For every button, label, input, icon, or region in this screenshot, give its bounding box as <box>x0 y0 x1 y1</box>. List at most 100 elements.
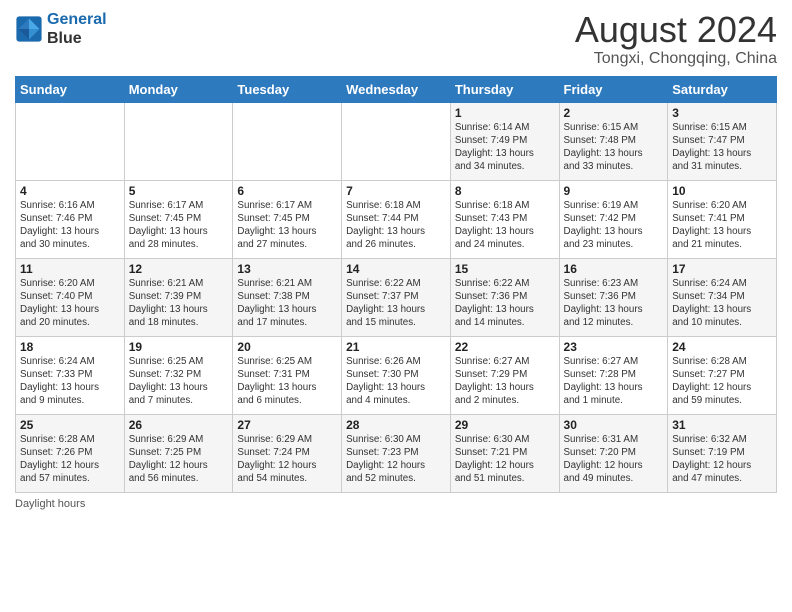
day-info: Sunrise: 6:17 AM Sunset: 7:45 PM Dayligh… <box>129 199 229 252</box>
day-info: Sunrise: 6:18 AM Sunset: 7:44 PM Dayligh… <box>346 199 446 252</box>
weekday-header: Saturday <box>668 76 777 102</box>
day-info: Sunrise: 6:17 AM Sunset: 7:45 PM Dayligh… <box>237 199 337 252</box>
day-number: 24 <box>672 340 772 354</box>
page: General Blue August 2024 Tongxi, Chongqi… <box>0 0 792 612</box>
day-number: 6 <box>237 184 337 198</box>
calendar-cell: 13Sunrise: 6:21 AM Sunset: 7:38 PM Dayli… <box>233 258 342 336</box>
day-info: Sunrise: 6:25 AM Sunset: 7:31 PM Dayligh… <box>237 355 337 408</box>
day-number: 30 <box>564 418 664 432</box>
day-info: Sunrise: 6:32 AM Sunset: 7:19 PM Dayligh… <box>672 433 772 486</box>
day-info: Sunrise: 6:21 AM Sunset: 7:38 PM Dayligh… <box>237 277 337 330</box>
calendar-cell: 29Sunrise: 6:30 AM Sunset: 7:21 PM Dayli… <box>450 414 559 492</box>
calendar-cell: 4Sunrise: 6:16 AM Sunset: 7:46 PM Daylig… <box>16 180 125 258</box>
calendar-cell: 8Sunrise: 6:18 AM Sunset: 7:43 PM Daylig… <box>450 180 559 258</box>
calendar-cell: 28Sunrise: 6:30 AM Sunset: 7:23 PM Dayli… <box>342 414 451 492</box>
day-number: 22 <box>455 340 555 354</box>
day-info: Sunrise: 6:14 AM Sunset: 7:49 PM Dayligh… <box>455 121 555 174</box>
calendar-cell: 24Sunrise: 6:28 AM Sunset: 7:27 PM Dayli… <box>668 336 777 414</box>
main-title: August 2024 <box>575 10 777 50</box>
day-number: 20 <box>237 340 337 354</box>
logo: General Blue <box>15 10 107 48</box>
logo-text: General Blue <box>47 10 107 48</box>
calendar-cell: 22Sunrise: 6:27 AM Sunset: 7:29 PM Dayli… <box>450 336 559 414</box>
calendar-cell <box>124 102 233 180</box>
day-info: Sunrise: 6:15 AM Sunset: 7:48 PM Dayligh… <box>564 121 664 174</box>
weekday-header: Friday <box>559 76 668 102</box>
day-number: 29 <box>455 418 555 432</box>
calendar-week-row: 18Sunrise: 6:24 AM Sunset: 7:33 PM Dayli… <box>16 336 777 414</box>
subtitle: Tongxi, Chongqing, China <box>575 50 777 68</box>
calendar-cell: 17Sunrise: 6:24 AM Sunset: 7:34 PM Dayli… <box>668 258 777 336</box>
day-info: Sunrise: 6:15 AM Sunset: 7:47 PM Dayligh… <box>672 121 772 174</box>
day-number: 3 <box>672 106 772 120</box>
calendar-cell: 11Sunrise: 6:20 AM Sunset: 7:40 PM Dayli… <box>16 258 125 336</box>
day-number: 16 <box>564 262 664 276</box>
calendar-cell: 6Sunrise: 6:17 AM Sunset: 7:45 PM Daylig… <box>233 180 342 258</box>
day-info: Sunrise: 6:25 AM Sunset: 7:32 PM Dayligh… <box>129 355 229 408</box>
day-info: Sunrise: 6:20 AM Sunset: 7:41 PM Dayligh… <box>672 199 772 252</box>
calendar-week-row: 11Sunrise: 6:20 AM Sunset: 7:40 PM Dayli… <box>16 258 777 336</box>
day-info: Sunrise: 6:27 AM Sunset: 7:29 PM Dayligh… <box>455 355 555 408</box>
day-info: Sunrise: 6:27 AM Sunset: 7:28 PM Dayligh… <box>564 355 664 408</box>
day-number: 21 <box>346 340 446 354</box>
day-number: 11 <box>20 262 120 276</box>
day-number: 26 <box>129 418 229 432</box>
weekday-header: Sunday <box>16 76 125 102</box>
calendar-cell: 7Sunrise: 6:18 AM Sunset: 7:44 PM Daylig… <box>342 180 451 258</box>
calendar-cell: 18Sunrise: 6:24 AM Sunset: 7:33 PM Dayli… <box>16 336 125 414</box>
calendar-week-row: 1Sunrise: 6:14 AM Sunset: 7:49 PM Daylig… <box>16 102 777 180</box>
calendar-table: SundayMondayTuesdayWednesdayThursdayFrid… <box>15 76 777 493</box>
day-number: 2 <box>564 106 664 120</box>
day-info: Sunrise: 6:29 AM Sunset: 7:25 PM Dayligh… <box>129 433 229 486</box>
day-info: Sunrise: 6:18 AM Sunset: 7:43 PM Dayligh… <box>455 199 555 252</box>
day-info: Sunrise: 6:29 AM Sunset: 7:24 PM Dayligh… <box>237 433 337 486</box>
day-number: 31 <box>672 418 772 432</box>
header: General Blue August 2024 Tongxi, Chongqi… <box>15 10 777 68</box>
day-number: 27 <box>237 418 337 432</box>
day-number: 28 <box>346 418 446 432</box>
calendar-cell: 3Sunrise: 6:15 AM Sunset: 7:47 PM Daylig… <box>668 102 777 180</box>
day-number: 23 <box>564 340 664 354</box>
logo-icon <box>15 15 43 43</box>
calendar-cell: 26Sunrise: 6:29 AM Sunset: 7:25 PM Dayli… <box>124 414 233 492</box>
calendar-cell: 9Sunrise: 6:19 AM Sunset: 7:42 PM Daylig… <box>559 180 668 258</box>
day-info: Sunrise: 6:31 AM Sunset: 7:20 PM Dayligh… <box>564 433 664 486</box>
day-number: 1 <box>455 106 555 120</box>
calendar-cell: 14Sunrise: 6:22 AM Sunset: 7:37 PM Dayli… <box>342 258 451 336</box>
calendar-cell: 31Sunrise: 6:32 AM Sunset: 7:19 PM Dayli… <box>668 414 777 492</box>
day-number: 19 <box>129 340 229 354</box>
title-block: August 2024 Tongxi, Chongqing, China <box>575 10 777 68</box>
day-info: Sunrise: 6:24 AM Sunset: 7:34 PM Dayligh… <box>672 277 772 330</box>
day-number: 7 <box>346 184 446 198</box>
day-number: 12 <box>129 262 229 276</box>
calendar-cell: 21Sunrise: 6:26 AM Sunset: 7:30 PM Dayli… <box>342 336 451 414</box>
calendar-cell: 5Sunrise: 6:17 AM Sunset: 7:45 PM Daylig… <box>124 180 233 258</box>
day-info: Sunrise: 6:26 AM Sunset: 7:30 PM Dayligh… <box>346 355 446 408</box>
weekday-header: Monday <box>124 76 233 102</box>
weekday-header: Thursday <box>450 76 559 102</box>
calendar-cell: 20Sunrise: 6:25 AM Sunset: 7:31 PM Dayli… <box>233 336 342 414</box>
day-info: Sunrise: 6:23 AM Sunset: 7:36 PM Dayligh… <box>564 277 664 330</box>
calendar-cell <box>16 102 125 180</box>
day-number: 18 <box>20 340 120 354</box>
calendar-cell <box>233 102 342 180</box>
day-number: 9 <box>564 184 664 198</box>
day-number: 25 <box>20 418 120 432</box>
calendar-cell: 16Sunrise: 6:23 AM Sunset: 7:36 PM Dayli… <box>559 258 668 336</box>
day-info: Sunrise: 6:22 AM Sunset: 7:36 PM Dayligh… <box>455 277 555 330</box>
calendar-week-row: 25Sunrise: 6:28 AM Sunset: 7:26 PM Dayli… <box>16 414 777 492</box>
day-number: 8 <box>455 184 555 198</box>
calendar-cell: 15Sunrise: 6:22 AM Sunset: 7:36 PM Dayli… <box>450 258 559 336</box>
calendar-week-row: 4Sunrise: 6:16 AM Sunset: 7:46 PM Daylig… <box>16 180 777 258</box>
weekday-header-row: SundayMondayTuesdayWednesdayThursdayFrid… <box>16 76 777 102</box>
calendar-cell: 19Sunrise: 6:25 AM Sunset: 7:32 PM Dayli… <box>124 336 233 414</box>
weekday-header: Tuesday <box>233 76 342 102</box>
calendar-cell: 10Sunrise: 6:20 AM Sunset: 7:41 PM Dayli… <box>668 180 777 258</box>
day-number: 13 <box>237 262 337 276</box>
day-info: Sunrise: 6:28 AM Sunset: 7:26 PM Dayligh… <box>20 433 120 486</box>
day-info: Sunrise: 6:22 AM Sunset: 7:37 PM Dayligh… <box>346 277 446 330</box>
day-number: 15 <box>455 262 555 276</box>
daylight-hours-label: Daylight hours <box>15 498 85 510</box>
day-info: Sunrise: 6:28 AM Sunset: 7:27 PM Dayligh… <box>672 355 772 408</box>
day-info: Sunrise: 6:30 AM Sunset: 7:23 PM Dayligh… <box>346 433 446 486</box>
